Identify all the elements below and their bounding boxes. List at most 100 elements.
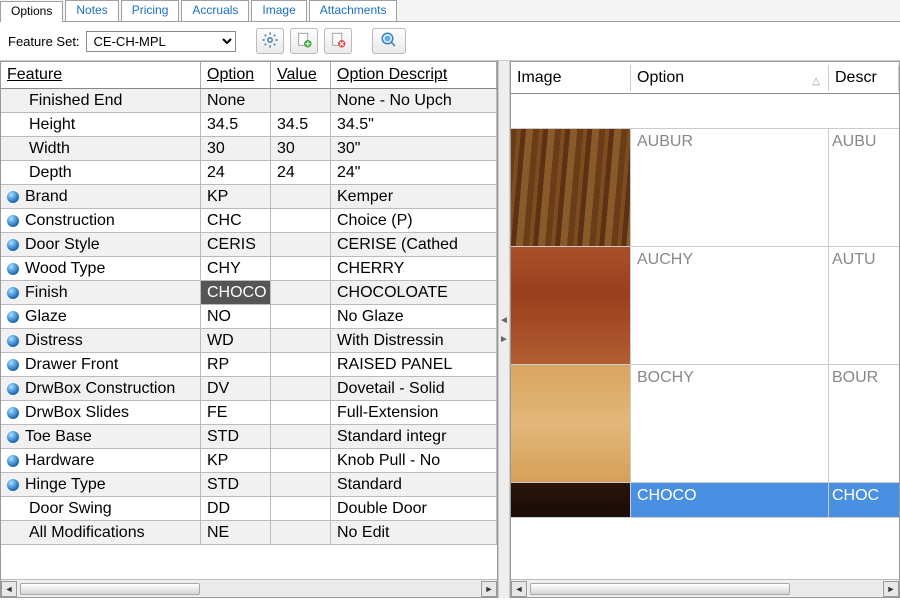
value-cell[interactable]: 30 — [271, 137, 331, 160]
option-cell[interactable]: FE — [201, 401, 271, 424]
globe-icon — [7, 335, 19, 347]
pane-splitter[interactable]: ◄ ► — [498, 61, 510, 598]
table-row[interactable]: GlazeNONo Glaze — [1, 305, 497, 329]
table-row[interactable]: Door SwingDDDouble Door — [1, 497, 497, 521]
col-option[interactable]: Option — [201, 62, 271, 88]
magnify-globe-icon — [380, 31, 398, 52]
option-cell[interactable]: WD — [201, 329, 271, 352]
value-cell[interactable] — [271, 233, 331, 256]
option-cell[interactable]: CHY — [201, 257, 271, 280]
feature-set-label: Feature Set: — [8, 34, 80, 49]
settings-button[interactable] — [256, 28, 284, 54]
feature-cell: Door Style — [1, 233, 201, 256]
col-feature[interactable]: Feature — [1, 62, 201, 88]
option-cell[interactable]: STD — [201, 473, 271, 496]
value-cell[interactable] — [271, 281, 331, 304]
table-row[interactable]: DrwBox SlidesFEFull-Extension — [1, 401, 497, 425]
option-cell[interactable]: CHOCO — [201, 281, 271, 304]
col-value[interactable]: Value — [271, 62, 331, 88]
value-cell[interactable] — [271, 305, 331, 328]
option-cell[interactable]: None — [201, 89, 271, 112]
toolbar: Feature Set: CE-CH-MPL — [0, 22, 900, 61]
table-row[interactable]: All ModificationsNENo Edit — [1, 521, 497, 545]
table-row[interactable]: DistressWDWith Distressin — [1, 329, 497, 353]
feature-cell: Door Swing — [1, 497, 201, 520]
table-row[interactable]: FinishCHOCOCHOCOLOATE — [1, 281, 497, 305]
option-cell[interactable]: CHC — [201, 209, 271, 232]
col-desc[interactable]: Option Descript — [331, 62, 497, 88]
option-cell[interactable]: NE — [201, 521, 271, 544]
table-row[interactable]: Drawer FrontRPRAISED PANEL — [1, 353, 497, 377]
scroll-right-icon[interactable]: ► — [883, 581, 899, 597]
option-cell[interactable]: KP — [201, 449, 271, 472]
feature-cell: Glaze — [1, 305, 201, 328]
option-cell[interactable]: KP — [201, 185, 271, 208]
tab-notes[interactable]: Notes — [65, 0, 118, 21]
value-cell[interactable] — [271, 89, 331, 112]
value-cell[interactable] — [271, 185, 331, 208]
value-cell[interactable] — [271, 377, 331, 400]
scroll-left-icon[interactable]: ◄ — [1, 581, 17, 597]
globe-icon — [7, 455, 19, 467]
desc-cell: Kemper — [331, 185, 497, 208]
scroll-left-icon[interactable]: ◄ — [511, 581, 527, 597]
image-row[interactable]: CHOCOCHOC — [511, 483, 899, 518]
table-row[interactable]: BrandKPKemper — [1, 185, 497, 209]
value-cell[interactable] — [271, 521, 331, 544]
value-cell[interactable] — [271, 425, 331, 448]
image-row[interactable]: AUCHYAUTU — [511, 247, 899, 365]
horizontal-scrollbar-right[interactable]: ◄ ► — [511, 579, 899, 597]
rcol-desc[interactable]: Descr — [829, 65, 899, 91]
value-cell[interactable]: 34.5 — [271, 113, 331, 136]
image-row[interactable]: AUBURAUBU — [511, 129, 899, 247]
delete-document-button[interactable] — [324, 28, 352, 54]
image-grid-filter-row[interactable] — [511, 94, 899, 129]
rcol-option[interactable]: Option△ — [631, 65, 829, 91]
option-cell[interactable]: NO — [201, 305, 271, 328]
value-cell[interactable] — [271, 329, 331, 352]
value-cell[interactable] — [271, 473, 331, 496]
table-row[interactable]: Finished EndNoneNone - No Upch — [1, 89, 497, 113]
image-row[interactable]: BOCHYBOUR — [511, 365, 899, 483]
feature-cell: Construction — [1, 209, 201, 232]
table-row[interactable]: Toe BaseSTDStandard integr — [1, 425, 497, 449]
tab-options[interactable]: Options — [0, 1, 63, 22]
table-row[interactable]: HardwareKPKnob Pull - No — [1, 449, 497, 473]
table-row[interactable]: Door StyleCERISCERISE (Cathed — [1, 233, 497, 257]
option-cell[interactable]: 34.5 — [201, 113, 271, 136]
add-document-button[interactable] — [290, 28, 318, 54]
value-cell[interactable]: 24 — [271, 161, 331, 184]
option-cell[interactable]: DV — [201, 377, 271, 400]
value-cell[interactable] — [271, 257, 331, 280]
option-cell[interactable]: DD — [201, 497, 271, 520]
option-cell[interactable]: RP — [201, 353, 271, 376]
tab-pricing[interactable]: Pricing — [121, 0, 180, 21]
feature-set-select[interactable]: CE-CH-MPL — [86, 31, 236, 52]
value-cell[interactable] — [271, 449, 331, 472]
preview-button[interactable] — [372, 28, 406, 54]
table-row[interactable]: DrwBox ConstructionDVDovetail - Solid — [1, 377, 497, 401]
tab-accruals[interactable]: Accruals — [181, 0, 249, 21]
table-row[interactable]: ConstructionCHCChoice (P) — [1, 209, 497, 233]
table-row[interactable]: Wood TypeCHYCHERRY — [1, 257, 497, 281]
table-row[interactable]: Depth242424" — [1, 161, 497, 185]
rcol-image[interactable]: Image — [511, 65, 631, 91]
scroll-right-icon[interactable]: ► — [481, 581, 497, 597]
splitter-right-icon: ► — [499, 334, 509, 345]
tab-image[interactable]: Image — [251, 0, 306, 21]
option-cell[interactable]: 30 — [201, 137, 271, 160]
table-row[interactable]: Height34.534.534.5" — [1, 113, 497, 137]
value-cell[interactable] — [271, 209, 331, 232]
value-cell[interactable] — [271, 353, 331, 376]
option-cell[interactable]: STD — [201, 425, 271, 448]
option-cell[interactable]: CERIS — [201, 233, 271, 256]
option-cell[interactable]: 24 — [201, 161, 271, 184]
value-cell[interactable] — [271, 497, 331, 520]
table-row[interactable]: Width303030" — [1, 137, 497, 161]
value-cell[interactable] — [271, 401, 331, 424]
horizontal-scrollbar[interactable]: ◄ ► — [1, 579, 497, 597]
table-row[interactable]: Hinge TypeSTDStandard — [1, 473, 497, 497]
image-desc-cell: CHOC — [829, 483, 899, 517]
feature-cell: Hardware — [1, 449, 201, 472]
tab-attachments[interactable]: Attachments — [309, 0, 398, 21]
